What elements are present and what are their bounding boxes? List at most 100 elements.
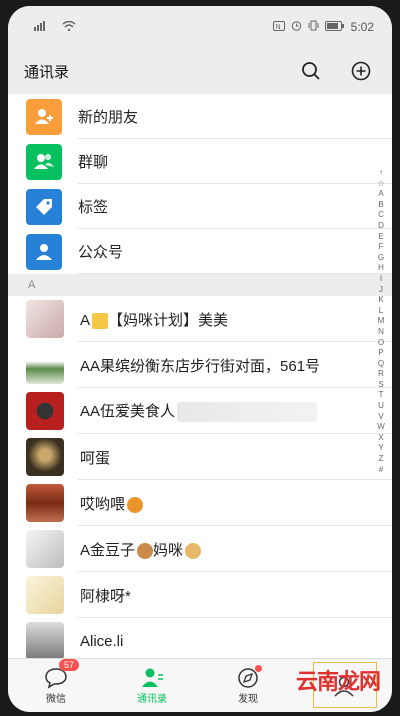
wifi-icon (62, 20, 76, 34)
index-letter[interactable]: # (379, 465, 383, 476)
contact-row[interactable]: A金豆子 妈咪 (8, 526, 392, 572)
lion-emoji-icon (127, 496, 144, 513)
tab-label: 通讯录 (137, 694, 167, 705)
header: 通讯录 (8, 48, 392, 94)
index-letter[interactable]: ↑ (379, 168, 383, 179)
index-letter[interactable]: Q (378, 359, 384, 370)
feature-label: 标签 (78, 199, 109, 216)
index-letter[interactable]: T (379, 390, 384, 401)
official-account-icon (26, 233, 62, 270)
contacts-list[interactable]: 新的朋友 群聊 标签 公众号 A A 【妈咪计划】美美 AA果缤纷衡东店步行街对… (8, 94, 392, 666)
index-letter[interactable]: S (378, 380, 383, 391)
unread-badge: 57 (59, 659, 80, 671)
tab-label: 微信 (46, 694, 66, 705)
alphabet-index[interactable]: ↑ ☆ A B C D E F G H I J K L M N O P Q R S T U V W X Y Z # (374, 168, 388, 475)
index-letter[interactable]: U (378, 401, 384, 412)
index-letter[interactable]: F (379, 242, 384, 253)
blurred-region (177, 402, 318, 423)
index-letter[interactable]: P (378, 348, 383, 359)
contact-name-suffix: 【妈咪计划】美美 (108, 311, 229, 329)
index-letter[interactable]: H (378, 263, 384, 274)
index-letter[interactable]: V (378, 412, 383, 423)
avatar (26, 300, 64, 338)
contact-name-suffix: 妈咪 (153, 541, 184, 559)
nfc-icon: N (272, 20, 285, 34)
index-letter[interactable]: B (378, 200, 383, 211)
index-letter[interactable]: A (378, 189, 383, 200)
index-letter[interactable]: Z (379, 454, 384, 465)
index-letter[interactable]: K (378, 295, 383, 306)
contact-name: 阿棣呀* (80, 587, 131, 605)
index-letter[interactable]: I (380, 274, 382, 285)
signal-icon (34, 20, 56, 34)
avatar (26, 622, 64, 660)
page-title: 通讯录 (24, 63, 70, 81)
index-letter[interactable]: J (379, 285, 383, 296)
contact-name: A金豆子 (80, 541, 136, 559)
vibrate-icon (308, 20, 319, 34)
add-button[interactable] (346, 56, 376, 86)
tab-chats[interactable]: 57 微信 (8, 659, 104, 712)
cat-emoji-icon (185, 542, 202, 559)
index-letter[interactable]: L (379, 306, 383, 317)
clock-time: 5:02 (350, 20, 374, 34)
new-dot (255, 665, 262, 672)
svg-text:N: N (275, 24, 280, 31)
contact-name: A (80, 311, 91, 329)
index-letter[interactable]: W (377, 422, 385, 433)
avatar (26, 576, 64, 614)
status-bar: N 5:02 (8, 6, 392, 48)
group-chats-item[interactable]: 群聊 (8, 139, 392, 184)
tab-discover[interactable]: 发现 (200, 659, 296, 712)
feature-label: 群聊 (78, 154, 109, 171)
index-letter[interactable]: G (378, 253, 384, 264)
index-letter[interactable]: Y (378, 443, 383, 454)
contact-name: AA果缤纷衡东店步行街对面，561号 (80, 357, 321, 375)
avatar (26, 438, 64, 476)
group-icon (26, 143, 62, 180)
contact-row[interactable]: 阿棣呀* (8, 572, 392, 618)
star-emoji-icon (92, 312, 109, 329)
plus-circle-icon (351, 61, 371, 81)
contact-name: 哎哟喂 (80, 495, 126, 513)
contact-row[interactable]: A 【妈咪计划】美美 (8, 296, 392, 342)
search-icon (302, 62, 320, 80)
index-letter[interactable]: M (378, 316, 385, 327)
alarm-icon (291, 20, 302, 34)
contact-row[interactable]: 哎哟喂 (8, 480, 392, 526)
index-letter[interactable]: O (378, 338, 384, 349)
contact-row[interactable]: 呵蛋 (8, 434, 392, 480)
phone-screen: N 5:02 通讯录 新的朋友 群聊 标签 公众号 A A 【妈咪计划】美美 A… (8, 6, 392, 712)
tab-label: 发现 (238, 694, 258, 705)
search-button[interactable] (296, 56, 326, 86)
index-letter[interactable]: X (378, 433, 383, 444)
contact-row[interactable]: AA果缤纷衡东店步行街对面，561号 (8, 342, 392, 388)
index-letter[interactable]: C (378, 210, 384, 221)
contact-name: 呵蛋 (80, 449, 111, 467)
tag-icon (26, 188, 62, 225)
index-letter[interactable]: E (378, 232, 383, 243)
avatar (26, 392, 64, 430)
watermark: 云南龙网 (296, 669, 381, 694)
tags-item[interactable]: 标签 (8, 184, 392, 229)
feature-label: 公众号 (78, 244, 124, 261)
index-letter[interactable]: ☆ (377, 179, 384, 190)
official-accounts-item[interactable]: 公众号 (8, 229, 392, 274)
avatar (26, 530, 64, 568)
contacts-icon (142, 668, 163, 687)
avatar (26, 484, 64, 522)
tab-contacts[interactable]: 通讯录 (104, 659, 200, 712)
new-friends-item[interactable]: 新的朋友 (8, 94, 392, 139)
contact-name: AA伍爱美食人 (80, 402, 176, 420)
index-letter[interactable]: R (378, 369, 384, 380)
avatar (26, 346, 64, 384)
battery-icon (324, 20, 345, 34)
index-letter[interactable]: D (378, 221, 384, 232)
section-header: A (8, 274, 392, 296)
index-letter[interactable]: N (378, 327, 384, 338)
add-friend-icon (26, 98, 62, 135)
feature-label: 新的朋友 (78, 109, 139, 126)
contact-name: Alice.li (80, 632, 124, 650)
contact-row[interactable]: AA伍爱美食人 (8, 388, 392, 434)
dog-emoji-icon (137, 542, 154, 559)
